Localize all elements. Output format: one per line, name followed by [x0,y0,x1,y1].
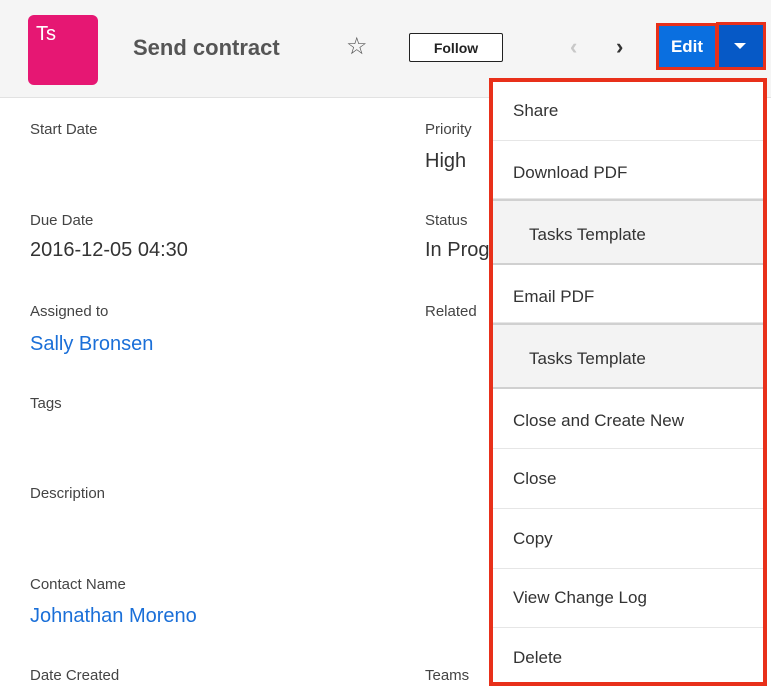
date-created-label: Date Created [30,667,120,684]
menu-item-view-change-log[interactable]: View Change Log [493,569,763,628]
menu-item-label: Share [513,101,559,120]
due-date-label: Due Date [30,212,94,229]
menu-item-email-pdf[interactable]: Email PDF [493,265,763,323]
favorite-star-icon[interactable]: ☆ [346,32,368,61]
assigned-to-label: Assigned to [30,303,109,320]
menu-item-label: View Change Log [513,588,647,607]
menu-item-label: Download PDF [513,163,628,182]
contact-name-label: Contact Name [30,576,126,593]
record-view: Ts Send contract ☆ Follow ‹ › Edit Start… [0,0,771,686]
menu-item-email-tasks-template[interactable]: Tasks Template [493,323,763,389]
status-label: Status [425,212,468,229]
actions-dropdown-button[interactable] [716,22,766,70]
follow-button[interactable]: Follow [409,33,503,62]
next-record-icon[interactable]: › [616,34,623,60]
previous-record-icon[interactable]: ‹ [570,34,577,60]
menu-item-label: Email PDF [513,287,595,306]
menu-item-download-pdf[interactable]: Download PDF [493,141,763,199]
start-date-label: Start Date [30,121,98,138]
menu-item-label: Copy [513,529,553,548]
menu-item-label: Tasks Template [529,349,646,368]
menu-item-download-tasks-template[interactable]: Tasks Template [493,199,763,265]
menu-item-close[interactable]: Close [493,449,763,509]
related-label: Related [425,303,477,320]
due-date-value: 2016-12-05 04:30 [30,239,188,261]
menu-item-label: Tasks Template [529,225,646,244]
caret-down-icon [734,43,746,49]
priority-value: High [425,150,467,172]
menu-item-delete[interactable]: Delete [493,628,763,682]
menu-item-label: Close and Create New [513,411,685,430]
menu-item-copy[interactable]: Copy [493,509,763,569]
avatar-initials: Ts [36,23,56,45]
priority-label: Priority [425,121,472,138]
page-title: Send contract [133,35,280,60]
edit-button[interactable]: Edit [656,23,718,70]
menu-item-label: Close [513,469,557,488]
teams-label: Teams [425,667,470,684]
avatar: Ts [28,15,98,85]
assigned-user-link[interactable]: Sally Bronsen [30,333,153,356]
menu-item-label: Delete [513,648,563,667]
actions-dropdown-menu: Share Download PDF Tasks Template Email … [489,78,767,686]
contact-name-link[interactable]: Johnathan Moreno [30,605,197,628]
description-label: Description [30,485,106,502]
menu-item-share[interactable]: Share [493,82,763,141]
menu-item-close-and-create-new[interactable]: Close and Create New [493,389,763,449]
tags-label: Tags [30,395,62,412]
status-value: In Prog [425,239,490,261]
